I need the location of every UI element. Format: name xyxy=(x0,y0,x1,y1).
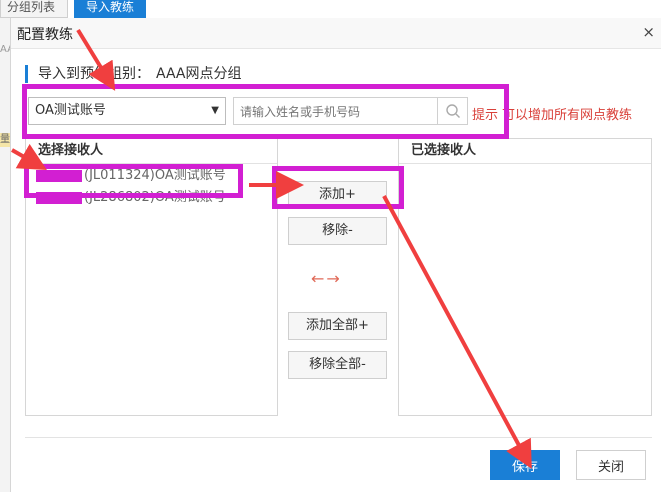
selected-recipients-title: 已选接收人 xyxy=(399,139,651,164)
tip-label: 提示 xyxy=(472,108,499,123)
tip-message: 可以增加所有网点教练 xyxy=(502,108,633,123)
redaction-mask xyxy=(36,191,82,204)
list-item[interactable]: (JL286802)OA测试账号 xyxy=(26,188,277,208)
close-button[interactable]: 关闭 xyxy=(576,450,646,480)
section-prefix: 导入到预约组别： xyxy=(38,66,150,82)
section-heading: 导入到预约组别： AAA网点分组 xyxy=(25,65,248,83)
dialog-titlebar: 配置教练 × xyxy=(11,18,661,49)
available-recipients-panel: 选择接收人 (JL011324)OA测试账号 (JL286802)OA测试账号 xyxy=(25,138,278,416)
remove-all-button[interactable]: 移除全部- xyxy=(288,351,387,379)
list-item-label: (JL286802)OA测试账号 xyxy=(84,190,226,205)
section-group-name: AAA网点分组 xyxy=(156,66,242,82)
search-input[interactable] xyxy=(238,102,437,122)
redaction-mask xyxy=(36,169,82,182)
config-trainer-dialog: 配置教练 × 导入到预约组别： AAA网点分组 OA测试账号 ▼ 提示可以增加所有… xyxy=(10,18,661,492)
search-button[interactable] xyxy=(437,98,467,124)
tab-import-trainer[interactable]: 导入教练 xyxy=(74,0,146,18)
close-icon[interactable]: × xyxy=(642,23,655,41)
available-recipients-list: (JL011324)OA测试账号 (JL286802)OA测试账号 xyxy=(26,166,277,208)
search-icon xyxy=(445,104,460,118)
available-recipients-title: 选择接收人 xyxy=(26,139,277,164)
save-button[interactable]: 保存 xyxy=(490,450,560,480)
footer-divider xyxy=(25,437,652,438)
list-item-label: (JL011324)OA测试账号 xyxy=(84,168,226,183)
selected-recipients-panel: 已选接收人 xyxy=(398,138,652,416)
background-left-strip xyxy=(0,18,10,492)
add-all-button[interactable]: 添加全部+ xyxy=(288,312,387,340)
add-button[interactable]: 添加+ xyxy=(288,181,387,209)
tip-text: 提示 可以增加所有网点教练 xyxy=(472,104,632,123)
account-select-value: OA测试账号 xyxy=(35,103,106,118)
tab-group-list[interactable]: 分组列表 xyxy=(0,0,68,18)
remove-button[interactable]: 移除- xyxy=(288,217,387,245)
dialog-title: 配置教练 xyxy=(17,27,73,43)
background-fragment-label: 量 xyxy=(0,133,10,147)
list-item[interactable]: (JL011324)OA测试账号 xyxy=(26,166,277,186)
search-box xyxy=(233,97,468,125)
transfer-arrows-icon: ←→ xyxy=(311,269,342,288)
chevron-down-icon: ▼ xyxy=(211,105,219,116)
account-select[interactable]: OA测试账号 ▼ xyxy=(28,97,226,125)
